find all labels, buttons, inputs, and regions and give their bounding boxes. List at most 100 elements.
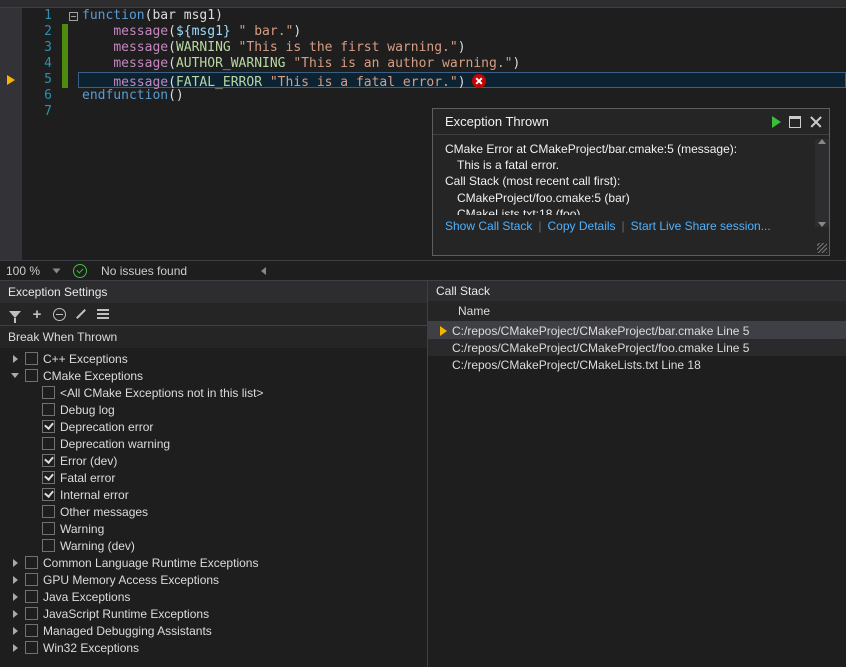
checkbox[interactable] [25, 590, 38, 603]
pin-icon[interactable] [789, 116, 801, 128]
line-number: 2 [22, 24, 52, 40]
exception-item-label: Error (dev) [60, 454, 117, 468]
close-icon[interactable] [809, 115, 823, 129]
exception-item[interactable]: Error (dev) [0, 452, 427, 469]
chevron-right-icon[interactable] [13, 559, 18, 567]
checkbox[interactable] [25, 624, 38, 637]
exc-scrollbar[interactable] [815, 139, 829, 227]
checkbox[interactable] [25, 352, 38, 365]
edit-icon[interactable] [74, 307, 88, 321]
zoom-level[interactable]: 100 % [6, 264, 40, 278]
exception-category[interactable]: GPU Memory Access Exceptions [0, 571, 427, 588]
category-label: Managed Debugging Assistants [43, 624, 212, 638]
checkbox[interactable] [25, 607, 38, 620]
code-line[interactable]: message(WARNING "This is the first warni… [78, 40, 846, 56]
code-line[interactable]: message(${msg1} " bar.") [78, 24, 846, 40]
checkbox[interactable] [25, 573, 38, 586]
call-stack-row[interactable]: C:/repos/CMakeProject/CMakeLists.txt Lin… [428, 356, 846, 373]
call-stack-title: Call Stack [428, 281, 846, 301]
checkbox[interactable] [42, 437, 55, 450]
exception-item[interactable]: Deprecation error [0, 418, 427, 435]
exception-item-label: <All CMake Exceptions not in this list> [60, 386, 263, 400]
exception-popup: Exception Thrown CMake Error at CMakePro… [432, 108, 830, 256]
nav-prev-icon[interactable] [261, 267, 266, 275]
chevron-right-icon[interactable] [13, 593, 18, 601]
exception-item[interactable]: Fatal error [0, 469, 427, 486]
checkbox[interactable] [42, 471, 55, 484]
exception-item-label: Warning [60, 522, 104, 536]
chevron-right-icon[interactable] [13, 610, 18, 618]
exception-category[interactable]: JavaScript Runtime Exceptions [0, 605, 427, 622]
exception-category[interactable]: Win32 Exceptions [0, 639, 427, 656]
code-line[interactable]: message(FATAL_ERROR "This is a fatal err… [78, 72, 846, 88]
exc-callstack-1: CMakeProject/foo.cmake:5 (bar) [445, 190, 817, 206]
exc-callstack-header: Call Stack (most recent call first): [445, 173, 817, 189]
category-label: Java Exceptions [43, 590, 130, 604]
exception-settings-panel: Exception Settings + Break When Thrown C… [0, 281, 428, 667]
checkbox[interactable] [25, 641, 38, 654]
code-line[interactable]: endfunction() [78, 88, 846, 104]
exc-msg-1: CMake Error at CMakeProject/bar.cmake:5 … [445, 141, 817, 157]
exception-item[interactable]: <All CMake Exceptions not in this list> [0, 384, 427, 401]
exception-category[interactable]: Common Language Runtime Exceptions [0, 554, 427, 571]
exception-category[interactable]: CMake Exceptions [0, 367, 427, 384]
checkbox[interactable] [42, 522, 55, 535]
checkbox[interactable] [42, 539, 55, 552]
exception-item-label: Other messages [60, 505, 148, 519]
chevron-right-icon[interactable] [13, 627, 18, 635]
list-icon[interactable] [96, 307, 110, 321]
checkbox[interactable] [42, 488, 55, 501]
code-line[interactable]: function(bar msg1) [78, 8, 846, 24]
remove-icon[interactable] [52, 307, 66, 321]
chevron-right-icon[interactable] [13, 355, 18, 363]
call-stack-col-name[interactable]: Name [428, 301, 846, 322]
show-call-stack-link[interactable]: Show Call Stack [445, 219, 532, 233]
line-number: 7 [22, 104, 52, 120]
exception-item-label: Internal error [60, 488, 129, 502]
continue-icon[interactable] [772, 116, 781, 128]
exception-item[interactable]: Deprecation warning [0, 435, 427, 452]
exception-category[interactable]: C++ Exceptions [0, 350, 427, 367]
filter-icon[interactable] [8, 307, 22, 321]
exception-body: CMake Error at CMakeProject/bar.cmake:5 … [433, 135, 829, 215]
call-stack-panel: Call Stack Name C:/repos/CMakeProject/CM… [428, 281, 846, 667]
exception-item[interactable]: Warning [0, 520, 427, 537]
category-label: GPU Memory Access Exceptions [43, 573, 219, 587]
exception-category[interactable]: Managed Debugging Assistants [0, 622, 427, 639]
category-label: Common Language Runtime Exceptions [43, 556, 258, 570]
code-line[interactable]: message(AUTHOR_WARNING "This is an autho… [78, 56, 846, 72]
category-label: JavaScript Runtime Exceptions [43, 607, 209, 621]
checkbox[interactable] [42, 505, 55, 518]
add-icon[interactable]: + [30, 307, 44, 321]
call-stack-row[interactable]: C:/repos/CMakeProject/CMakeProject/bar.c… [428, 322, 846, 339]
resize-grip-icon[interactable] [817, 243, 827, 253]
chevron-right-icon[interactable] [13, 576, 18, 584]
exception-item[interactable]: Internal error [0, 486, 427, 503]
exception-category[interactable]: Java Exceptions [0, 588, 427, 605]
exception-item[interactable]: Debug log [0, 401, 427, 418]
checkbox[interactable] [42, 420, 55, 433]
call-stack-row[interactable]: C:/repos/CMakeProject/CMakeProject/foo.c… [428, 339, 846, 356]
line-number: 4 [22, 56, 52, 72]
checkbox[interactable] [42, 403, 55, 416]
error-icon[interactable] [472, 74, 486, 88]
stack-frame-label: C:/repos/CMakeProject/CMakeProject/foo.c… [452, 341, 749, 355]
exception-item-label: Deprecation warning [60, 437, 170, 451]
checkbox[interactable] [42, 386, 55, 399]
chevron-right-icon[interactable] [13, 644, 18, 652]
exception-item[interactable]: Warning (dev) [0, 537, 427, 554]
checkbox[interactable] [25, 369, 38, 382]
checkbox[interactable] [25, 556, 38, 569]
exception-item[interactable]: Other messages [0, 503, 427, 520]
chevron-down-icon[interactable] [11, 373, 19, 378]
category-label: C++ Exceptions [43, 352, 128, 366]
code-editor[interactable]: 1234567 function(bar msg1) message(${msg… [0, 8, 846, 260]
category-label: CMake Exceptions [43, 369, 143, 383]
live-share-link[interactable]: Start Live Share session... [631, 219, 771, 233]
exception-tree: C++ Exceptions CMake Exceptions <All CMake… [0, 348, 427, 667]
outline-collapse-icon[interactable] [69, 12, 78, 21]
checkbox[interactable] [42, 454, 55, 467]
exception-item-label: Deprecation error [60, 420, 153, 434]
zoom-chevron-icon[interactable] [53, 268, 61, 273]
copy-details-link[interactable]: Copy Details [548, 219, 616, 233]
